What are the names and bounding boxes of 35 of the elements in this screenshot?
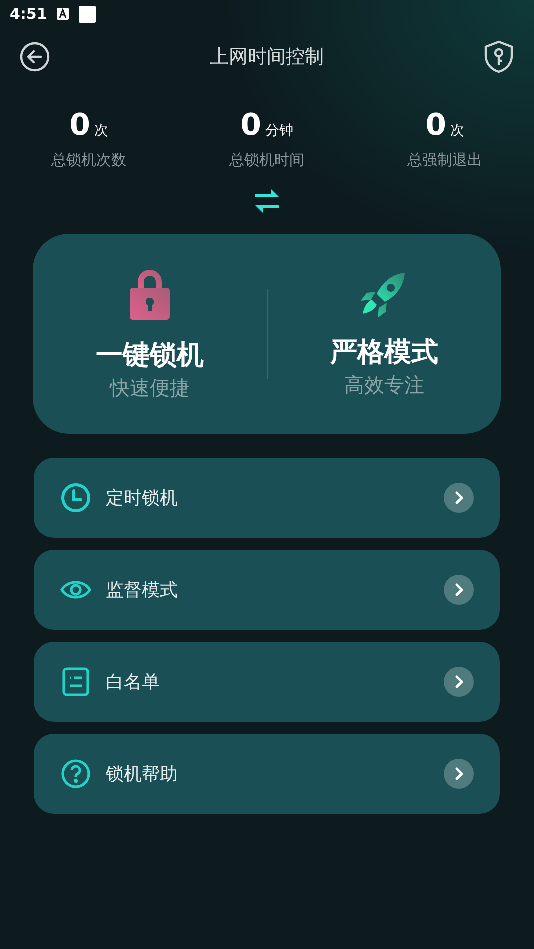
menu-label: 锁机帮助 (106, 763, 179, 786)
menu-label: 监督模式 (106, 579, 179, 602)
stat-value: 0 (240, 108, 262, 143)
stat-value: 0 (426, 108, 446, 143)
stat-unit: 次 (450, 122, 464, 140)
stat-unit: 分钟 (265, 122, 294, 140)
menu-item[interactable]: 白名单 (34, 642, 500, 722)
list-icon (60, 666, 92, 698)
clock-icon (60, 482, 92, 514)
stat-label: 总强制退出 (408, 151, 482, 170)
status-time: 4:51 (10, 5, 48, 23)
chevron-icon (444, 575, 474, 605)
stat-unit: 次 (94, 122, 108, 140)
menu-item[interactable]: 锁机帮助 (34, 734, 500, 814)
menu-item[interactable]: 监督模式 (34, 550, 500, 630)
shield-key-icon[interactable] (484, 40, 514, 74)
chevron-icon (444, 483, 474, 513)
mode-title[interactable]: 严格模式 (330, 334, 438, 370)
swap-icon[interactable] (253, 188, 281, 214)
chevron-icon (444, 759, 474, 789)
stat-label: 总锁机时间 (230, 151, 304, 170)
mode-title[interactable]: 一键锁机 (96, 336, 204, 372)
menu-label: 白名单 (106, 671, 161, 694)
page-title: 上网时间控制 (210, 45, 324, 70)
stat-value: 0 (70, 108, 90, 143)
menu-label: 定时锁机 (106, 487, 179, 510)
mode-subtitle: 快速便捷 (110, 374, 190, 402)
mode-subtitle: 高效专注 (344, 372, 424, 398)
stat-label: 总锁机次数 (52, 151, 126, 170)
back-icon[interactable] (20, 42, 50, 72)
chevron-icon (444, 667, 474, 697)
help-icon (60, 758, 92, 790)
notification-icon (79, 6, 96, 22)
notification-icon (57, 8, 70, 20)
menu-item[interactable]: 定时锁机 (34, 458, 500, 538)
